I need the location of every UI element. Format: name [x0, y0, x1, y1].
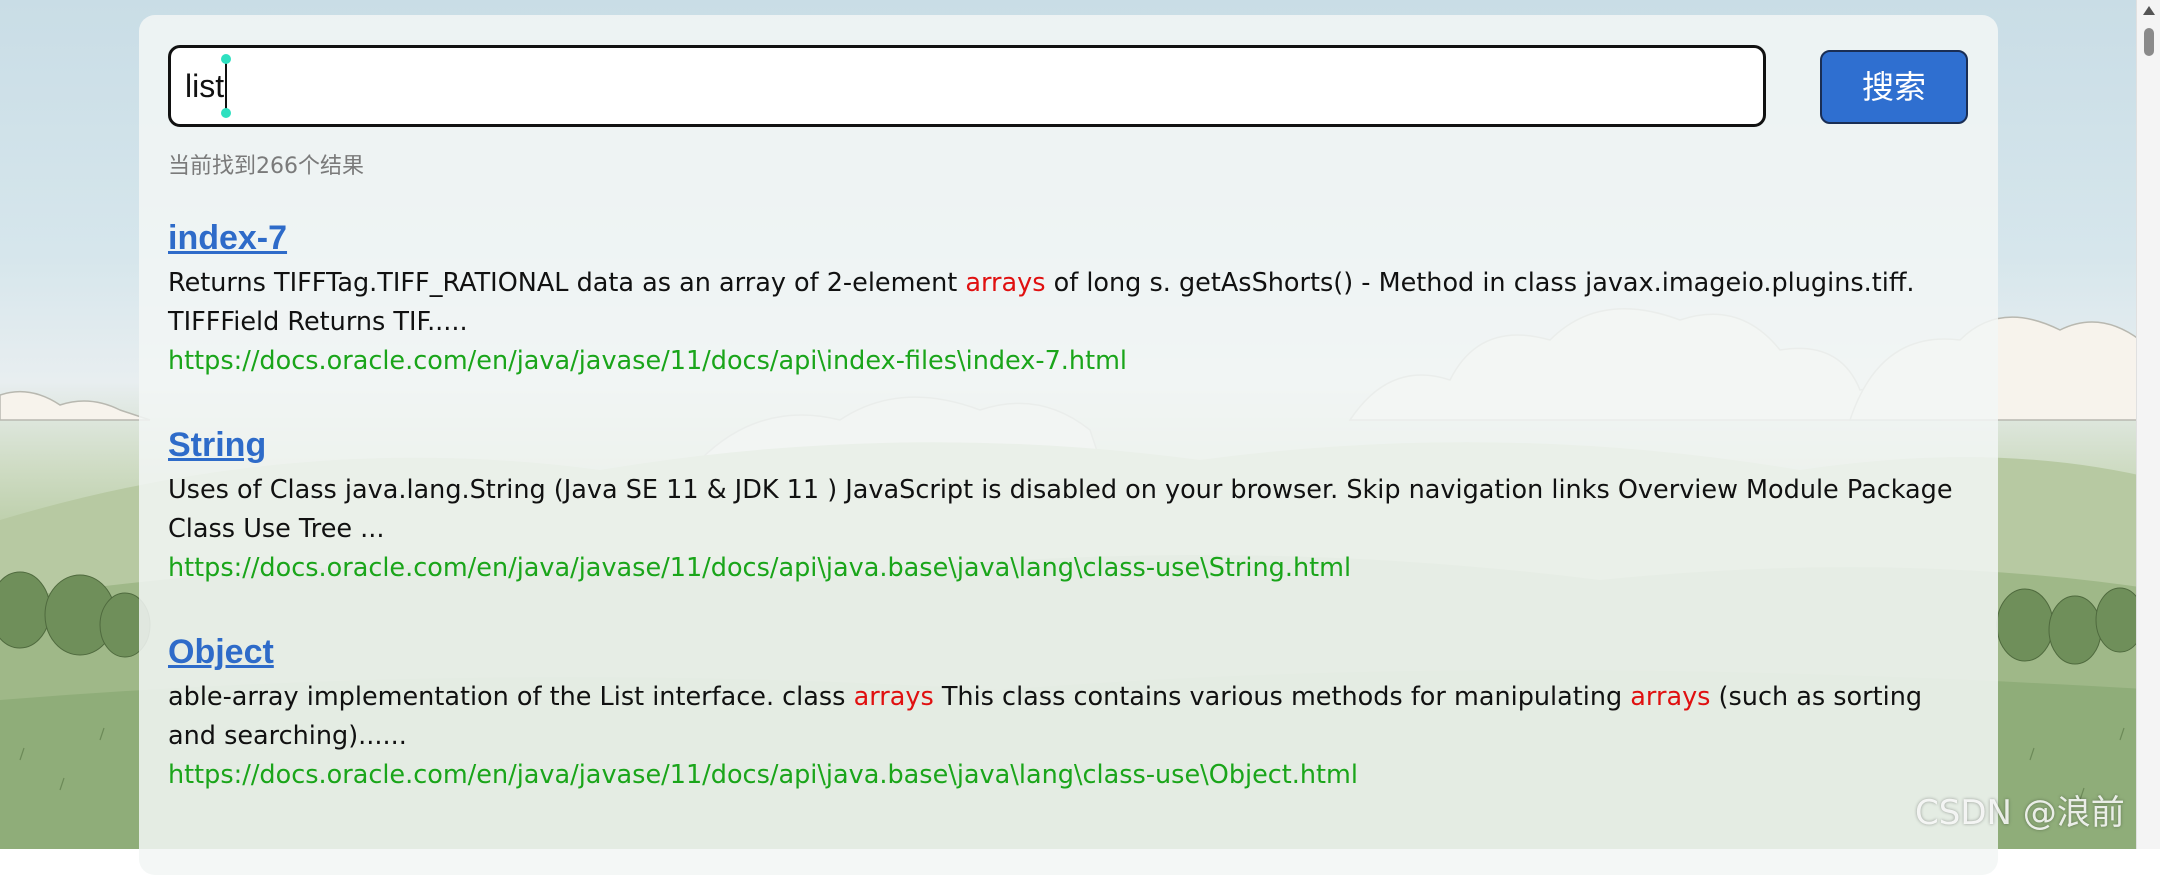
search-button[interactable]: 搜索: [1820, 50, 1968, 124]
search-input[interactable]: [185, 48, 1745, 124]
watermark: CSDN @浪前: [1915, 793, 2125, 833]
caret-handle-top: [221, 54, 231, 64]
caret-handle-bottom: [221, 108, 231, 118]
highlight-term: arrays: [1630, 682, 1711, 712]
result-title-link[interactable]: Object: [168, 632, 1968, 672]
result-description: Uses of Class java.lang.String (Java SE …: [168, 475, 1953, 544]
highlight-term: arrays: [965, 268, 1046, 298]
result-url-link[interactable]: https://docs.oracle.com/en/java/javase/1…: [168, 549, 1968, 588]
page-scrollbar[interactable]: [2136, 0, 2160, 849]
text-caret: [221, 54, 231, 118]
result-item: index-7 Returns TIFFTag.TIFF_RATIONAL da…: [168, 218, 1968, 381]
scroll-up-arrow-icon[interactable]: [2143, 6, 2155, 15]
result-item: Object able-array implementation of the …: [168, 632, 1968, 795]
result-item: String Uses of Class java.lang.String (J…: [168, 425, 1968, 588]
highlight-term: arrays: [853, 682, 934, 712]
result-count: 当前找到266个结果: [168, 154, 364, 179]
scroll-thumb[interactable]: [2144, 28, 2154, 56]
search-box[interactable]: [168, 45, 1766, 127]
result-title-link[interactable]: index-7: [168, 218, 1968, 258]
result-url-link[interactable]: https://docs.oracle.com/en/java/javase/1…: [168, 342, 1968, 381]
result-title-link[interactable]: String: [168, 425, 1968, 465]
result-description: able-array implementation of the List in…: [168, 682, 1923, 751]
result-description: Returns TIFFTag.TIFF_RATIONAL data as an…: [168, 268, 1915, 337]
result-url-link[interactable]: https://docs.oracle.com/en/java/javase/1…: [168, 756, 1968, 795]
